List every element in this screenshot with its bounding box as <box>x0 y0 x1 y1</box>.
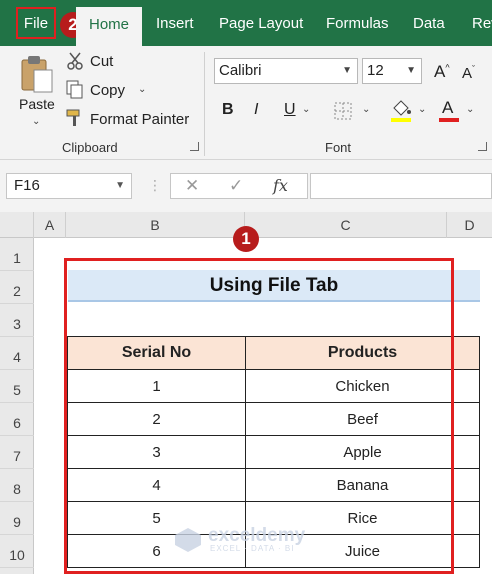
formula-bar-grip-icon: ⋮ <box>148 177 162 193</box>
formula-bar: F16 ▼ ⋮ ✕ ✓ fx <box>0 160 492 212</box>
exceldemy-logo-icon <box>175 528 201 552</box>
font-launcher-icon[interactable] <box>478 142 487 151</box>
name-box-value: F16 <box>14 177 40 194</box>
ribbon-tab-bar: File 2 Home Insert Page Layout Formulas … <box>0 0 492 46</box>
font-group-label: Font <box>325 140 352 155</box>
group-separator <box>204 52 205 156</box>
borders-icon[interactable] <box>334 102 352 120</box>
cut-button[interactable]: Cut <box>90 53 113 70</box>
row-header[interactable]: 8 <box>0 469 34 502</box>
cut-icon <box>67 52 83 70</box>
chevron-down-icon: ▼ <box>115 180 125 191</box>
formula-input[interactable] <box>310 173 492 199</box>
font-color-swatch <box>439 118 459 122</box>
formula-buttons: ✕ ✓ fx <box>170 173 308 199</box>
row-headers: 1 2 3 4 5 6 7 8 9 10 <box>0 238 34 574</box>
select-all-corner[interactable] <box>0 212 34 238</box>
paste-icon <box>21 56 53 93</box>
fill-color-icon[interactable] <box>390 98 412 122</box>
exceldemy-watermark: exceldemy EXCEL · DATA · BI <box>174 525 305 553</box>
tab-review[interactable]: Rev <box>472 0 492 46</box>
tab-home[interactable]: Home <box>76 7 142 46</box>
bold-button[interactable]: B <box>222 101 234 119</box>
row-header[interactable]: 4 <box>0 337 34 370</box>
underline-dropdown-icon[interactable]: ⌄ <box>302 104 310 115</box>
tab-file[interactable]: File <box>16 7 56 39</box>
row-header[interactable]: 3 <box>0 304 34 337</box>
enter-icon[interactable]: ✓ <box>229 174 243 198</box>
fill-color-dropdown-icon[interactable]: ⌄ <box>418 104 426 115</box>
font-color-button[interactable]: A <box>442 98 453 118</box>
paste-label: Paste <box>19 96 55 112</box>
column-header-a[interactable]: A <box>34 212 66 238</box>
font-size-select[interactable]: 12 ▼ <box>362 58 422 84</box>
font-color-dropdown-icon[interactable]: ⌄ <box>466 104 474 115</box>
row-header[interactable]: 5 <box>0 370 34 403</box>
italic-button[interactable]: I <box>254 101 258 119</box>
watermark-name: exceldemy <box>208 525 306 546</box>
clipboard-launcher-icon[interactable] <box>190 142 199 151</box>
copy-button[interactable]: Copy <box>90 82 125 99</box>
copy-dropdown-icon[interactable]: ⌄ <box>138 84 146 95</box>
chevron-down-icon: ▼ <box>342 65 352 76</box>
column-header-b[interactable]: B <box>66 212 245 238</box>
cancel-icon[interactable]: ✕ <box>185 174 199 198</box>
row-header[interactable]: 10 <box>0 535 34 568</box>
clipboard-group-label: Clipboard <box>62 140 118 155</box>
insert-function-button[interactable]: fx <box>273 174 288 198</box>
column-header-c[interactable]: C <box>245 212 447 238</box>
watermark-tagline: EXCEL · DATA · BI <box>210 544 295 553</box>
paste-dropdown-icon: ⌄ <box>32 116 41 127</box>
format-painter-button[interactable]: Format Painter <box>90 111 189 128</box>
row-header[interactable]: 2 <box>0 271 34 304</box>
format-painter-icon <box>66 109 80 126</box>
shrink-font-button[interactable]: Aˇ <box>462 64 475 82</box>
tab-insert[interactable]: Insert <box>156 0 194 46</box>
underline-button[interactable]: U <box>284 101 296 119</box>
row-header[interactable]: 7 <box>0 436 34 469</box>
font-name-select[interactable]: Calibri ▼ <box>214 58 358 84</box>
font-name-value: Calibri <box>219 62 262 79</box>
font-size-value: 12 <box>367 62 384 79</box>
tab-data[interactable]: Data <box>413 0 445 46</box>
row-header[interactable]: 1 <box>0 238 34 271</box>
step-marker-1: 1 <box>233 226 259 252</box>
tab-page-layout[interactable]: Page Layout <box>219 0 303 46</box>
tab-formulas[interactable]: Formulas <box>326 0 389 46</box>
copy-icon <box>66 80 83 99</box>
borders-dropdown-icon[interactable]: ⌄ <box>362 104 370 115</box>
ribbon-home: Paste ⌄ Cut Copy ⌄ Format Painter Clipbo… <box>0 46 492 160</box>
chevron-down-icon: ▼ <box>406 65 416 76</box>
column-header-d[interactable]: D <box>447 212 492 238</box>
grow-font-button[interactable]: A^ <box>434 62 450 82</box>
row-header[interactable]: 9 <box>0 502 34 535</box>
name-box[interactable]: F16 ▼ <box>6 173 132 199</box>
row-header[interactable]: 6 <box>0 403 34 436</box>
